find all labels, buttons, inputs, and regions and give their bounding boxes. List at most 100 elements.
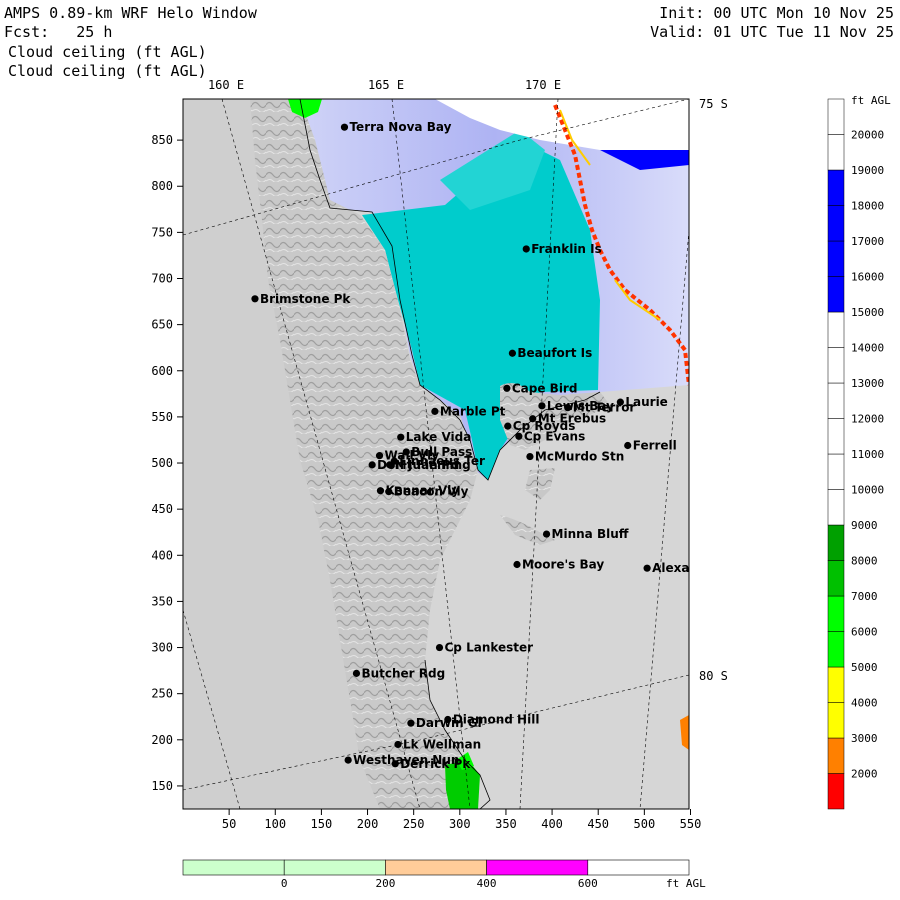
y-tick-label: 850 (151, 133, 173, 147)
place-marker (340, 123, 349, 131)
colorbar-segment (827, 169, 845, 206)
terrain-bar-segment (486, 859, 589, 876)
place-marker (397, 433, 405, 441)
place-marker (522, 245, 530, 253)
y-tick-label: 750 (151, 225, 173, 239)
lon-label-165: 165 E (368, 78, 404, 92)
place-marker (526, 452, 534, 461)
terrain-bar-segment (385, 859, 487, 876)
colorbar-label: 18000 (851, 200, 884, 213)
colorbar-label: 20000 (851, 129, 884, 142)
colorbar-segment (827, 453, 845, 490)
colorbar-label: 6000 (851, 626, 878, 639)
colorbar-segment (827, 347, 845, 384)
colorbar-label: 8000 (851, 555, 878, 568)
x-tick-label: 200 (357, 817, 379, 831)
colorbar-segment (827, 240, 845, 277)
colorbar-label: 12000 (851, 413, 884, 426)
place-label: Brimstone Pk (260, 292, 351, 306)
place-marker (376, 487, 385, 495)
colorbar-segment (827, 418, 845, 455)
place-label: Beaufort Is (517, 346, 592, 360)
colorbar-label: 4000 (851, 697, 878, 710)
colorbar-segment (827, 276, 845, 313)
colorbar-segment (827, 134, 845, 171)
place-label: Franklin Is (531, 242, 602, 256)
y-tick-label: 550 (151, 410, 173, 424)
colorbar-segment (827, 489, 845, 526)
place-marker (431, 407, 439, 415)
y-tick-label: 450 (151, 502, 173, 516)
lon-label-160: 160 E (208, 78, 244, 92)
terrain-bar-label: 400 (477, 877, 497, 890)
x-tick-label: 50 (222, 817, 236, 831)
colorbar-segment (827, 702, 845, 739)
x-tick-label: 450 (587, 817, 609, 831)
colorbar-label: 5000 (851, 661, 878, 674)
terrain-bar-segment (587, 859, 690, 876)
place-marker (643, 564, 651, 572)
place-marker (394, 740, 402, 749)
colorbar-label: 13000 (851, 377, 884, 390)
place-marker (385, 488, 393, 496)
colorbar-segment (827, 524, 845, 561)
place-marker (542, 530, 551, 538)
place-label: Ferrell (633, 438, 677, 452)
place-label: Moore's Bay (522, 558, 604, 572)
place-marker (624, 441, 632, 450)
colorbar-label: 11000 (851, 448, 884, 461)
colorbar-segment (827, 595, 845, 632)
place-label: Alexander (652, 561, 721, 575)
colorbar-segment (827, 560, 845, 597)
x-tick-label: 100 (264, 817, 286, 831)
colorbar-segment (827, 631, 845, 668)
terrain-bar-segment (182, 859, 285, 876)
y-tick-label: 600 (151, 364, 173, 378)
place-label: Butcher Rdg (361, 666, 445, 680)
terrain-bar-segment (283, 859, 386, 876)
place-marker (407, 719, 415, 727)
terrain-bar-unit: ft AGL (666, 877, 706, 890)
place-label: Terra Nova Bay (349, 120, 451, 134)
terrain-bar-label: 200 (375, 877, 395, 890)
y-tick-label: 250 (151, 687, 173, 701)
x-tick-label: 350 (495, 817, 517, 831)
lat-label-75: 75 S (699, 97, 728, 111)
y-tick-label: 200 (151, 733, 173, 747)
place-label: Cp Lankester (445, 641, 534, 655)
colorbar-segment (827, 773, 845, 810)
y-tick-label: 500 (151, 456, 173, 470)
colorbar-segment (827, 205, 845, 242)
place-label: Cape Bird (512, 381, 578, 395)
colorbar-segment (827, 737, 845, 774)
ceiling-colorbar: 2000 3000 4000 5000 6000 7000 8000 9000 10000 110… (827, 98, 884, 810)
place-marker (564, 404, 572, 412)
place-label: Lake Vida (406, 430, 472, 444)
colorbar-label: 14000 (851, 342, 884, 355)
map-area: Terra Nova Bay Franklin Is Brimstone Pk Bea… (183, 99, 721, 809)
place-marker (368, 461, 376, 469)
terrain-colorbar: 0 200 400 600 (182, 859, 690, 890)
colorbar-label: 3000 (851, 732, 878, 745)
terrain-bar-label: 600 (578, 877, 598, 890)
place-marker (503, 384, 511, 392)
y-tick-label: 700 (151, 272, 173, 286)
terrain-bar-label: 0 (281, 877, 288, 890)
place-label: Minna Bluff (552, 527, 629, 541)
colorbar-segment (827, 382, 845, 419)
place-marker (435, 643, 444, 652)
place-marker (515, 432, 523, 440)
place-marker (390, 457, 398, 465)
place-marker (251, 295, 259, 303)
colorbar-label: 19000 (851, 164, 884, 177)
place-label: Cp Evans (524, 429, 585, 443)
lat-label-80: 80 S (699, 669, 728, 683)
place-label: Derrick Pk (400, 757, 471, 771)
place-label: McMurdo Stn (535, 450, 624, 464)
x-tick-label: 400 (541, 817, 563, 831)
place-label: Darwin Gl (416, 716, 482, 730)
colorbar-label: 7000 (851, 590, 878, 603)
x-tick-label: 550 (680, 817, 702, 831)
place-label: Linnaeus Ter (399, 454, 485, 468)
place-label: Marble Pt (440, 404, 506, 418)
